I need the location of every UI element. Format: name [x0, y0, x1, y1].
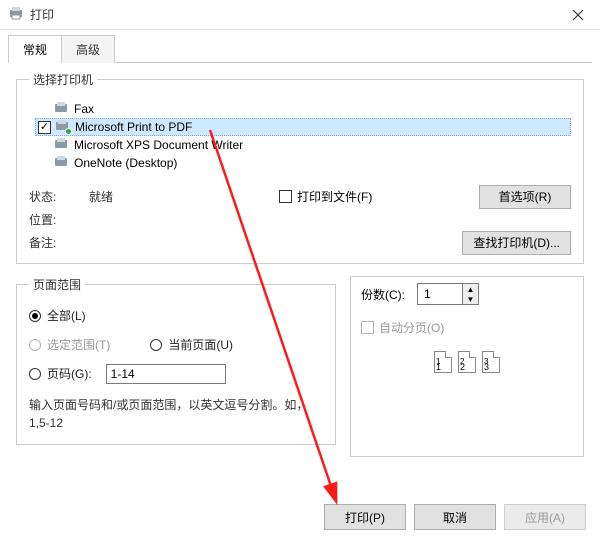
location-label: 位置: — [29, 211, 89, 228]
printer-name: Microsoft XPS Document Writer — [74, 138, 243, 152]
radio-all[interactable]: 全部(L) — [29, 307, 86, 324]
radio-icon — [150, 339, 162, 351]
printer-icon — [54, 102, 70, 116]
pages-input[interactable] — [106, 364, 226, 384]
printer-item[interactable]: Microsoft Print to PDF — [35, 118, 571, 136]
collate-label: 自动分页(O) — [379, 319, 444, 336]
cancel-button[interactable]: 取消 — [414, 504, 496, 530]
printer-name: OneNote (Desktop) — [74, 156, 177, 170]
collate-preview: 11 22 33 — [361, 351, 573, 373]
copies-label: 份数(C): — [361, 286, 405, 303]
printer-item[interactable]: Microsoft XPS Document Writer — [35, 136, 571, 154]
spin-down-icon[interactable]: ▼ — [463, 294, 478, 304]
titlebar: 打印 — [0, 0, 600, 30]
printer-legend: 选择打印机 — [29, 71, 97, 88]
range-hint: 输入页面号码和/或页面范围，以英文逗号分割。如，1,5-12 — [29, 396, 323, 432]
checkbox-icon — [279, 190, 292, 203]
radio-pages[interactable]: 页码(G): — [29, 365, 92, 382]
printer-fieldset: 选择打印机 Fax Microsoft Print to PDF Microso… — [16, 71, 584, 264]
printer-icon — [8, 5, 24, 24]
tab-bar: 常规 高级 — [8, 34, 592, 62]
radio-icon — [29, 339, 41, 351]
range-legend: 页面范围 — [29, 276, 85, 293]
spin-up-icon[interactable]: ▲ — [463, 284, 478, 294]
print-to-file-checkbox[interactable]: 打印到文件(F) — [279, 188, 372, 205]
window-title: 打印 — [30, 6, 54, 23]
radio-selection: 选定范围(T) — [29, 336, 110, 353]
printer-list[interactable]: Fax Microsoft Print to PDF Microsoft XPS… — [29, 96, 571, 182]
printer-icon — [54, 138, 70, 152]
radio-icon — [29, 310, 41, 322]
apply-button: 应用(A) — [504, 504, 586, 530]
tab-advanced[interactable]: 高级 — [61, 35, 115, 63]
preferences-button[interactable]: 首选项(R) — [479, 185, 571, 209]
find-printer-button[interactable]: 查找打印机(D)... — [462, 231, 571, 255]
tab-general[interactable]: 常规 — [8, 35, 62, 63]
print-button[interactable]: 打印(P) — [324, 504, 406, 530]
copies-input[interactable] — [418, 284, 462, 304]
printer-item[interactable]: OneNote (Desktop) — [35, 154, 571, 172]
radio-current[interactable]: 当前页面(U) — [150, 336, 233, 353]
printer-icon — [55, 120, 71, 134]
printer-name: Microsoft Print to PDF — [75, 120, 192, 134]
radio-icon — [29, 368, 41, 380]
range-fieldset: 页面范围 全部(L) 选定范围(T) 当前页面(U) — [16, 276, 336, 445]
printer-icon — [54, 156, 70, 170]
printer-name: Fax — [74, 102, 94, 116]
checkbox-icon — [38, 121, 51, 134]
copies-spinner[interactable]: ▲ ▼ — [417, 283, 479, 305]
dialog-buttons: 打印(P) 取消 应用(A) — [324, 504, 586, 530]
printer-item[interactable]: Fax — [35, 100, 571, 118]
close-button[interactable] — [555, 0, 600, 30]
status-value: 就绪 — [89, 188, 199, 205]
copies-box: 份数(C): ▲ ▼ 自动分页(O) 11 22 33 — [350, 276, 584, 457]
comment-label: 备注: — [29, 234, 89, 251]
status-label: 状态: — [29, 188, 89, 205]
collate-checkbox: 自动分页(O) — [361, 319, 444, 336]
print-to-file-label: 打印到文件(F) — [297, 188, 372, 205]
checkbox-icon — [361, 321, 374, 334]
